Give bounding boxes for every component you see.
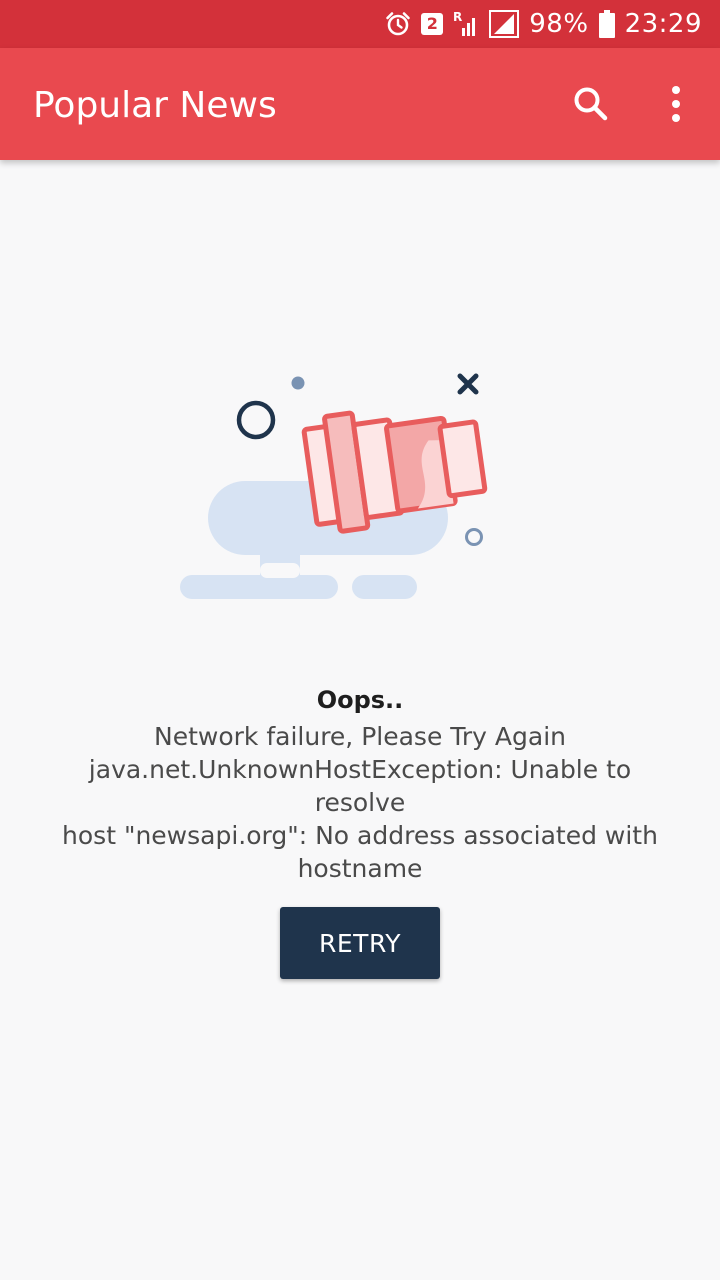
roaming-label: R bbox=[453, 10, 462, 24]
more-options-icon bbox=[672, 86, 680, 122]
x-mark-icon bbox=[457, 373, 479, 395]
error-line: java.net.UnknownHostException: Unable to… bbox=[88, 755, 632, 817]
battery-percent: 98% bbox=[529, 9, 589, 39]
status-icons: 2 R 98% 23:29 bbox=[385, 0, 702, 48]
small-ring-shape bbox=[465, 528, 483, 546]
status-bar: 2 R 98% 23:29 bbox=[0, 0, 720, 48]
error-body: Network failure, Please Try Again java.n… bbox=[40, 720, 680, 885]
megaphone-icon bbox=[301, 410, 488, 534]
page-title: Popular News bbox=[33, 85, 277, 126]
clock: 23:29 bbox=[624, 9, 702, 39]
error-title: Oops.. bbox=[316, 686, 404, 714]
error-line: hostname bbox=[297, 854, 423, 883]
dot-shape bbox=[291, 376, 305, 390]
more-options-button[interactable] bbox=[648, 76, 704, 132]
ring-shape bbox=[236, 400, 276, 440]
app-bar: Popular News bbox=[0, 48, 720, 160]
broken-megaphone-illustration bbox=[180, 373, 488, 599]
error-line: host "newsapi.org": No address associate… bbox=[62, 821, 658, 850]
signal-icon bbox=[489, 10, 520, 38]
signal-roaming-icon: R bbox=[453, 10, 476, 36]
error-message: Oops.. Network failure, Please Try Again… bbox=[40, 680, 680, 885]
battery-icon bbox=[598, 10, 615, 38]
search-icon bbox=[574, 87, 608, 121]
retry-button[interactable]: RETRY bbox=[280, 907, 440, 979]
sim-badge-icon: 2 bbox=[421, 13, 444, 35]
error-line: Network failure, Please Try Again bbox=[154, 722, 566, 751]
search-button[interactable] bbox=[563, 76, 619, 132]
alarm-icon bbox=[386, 12, 411, 36]
